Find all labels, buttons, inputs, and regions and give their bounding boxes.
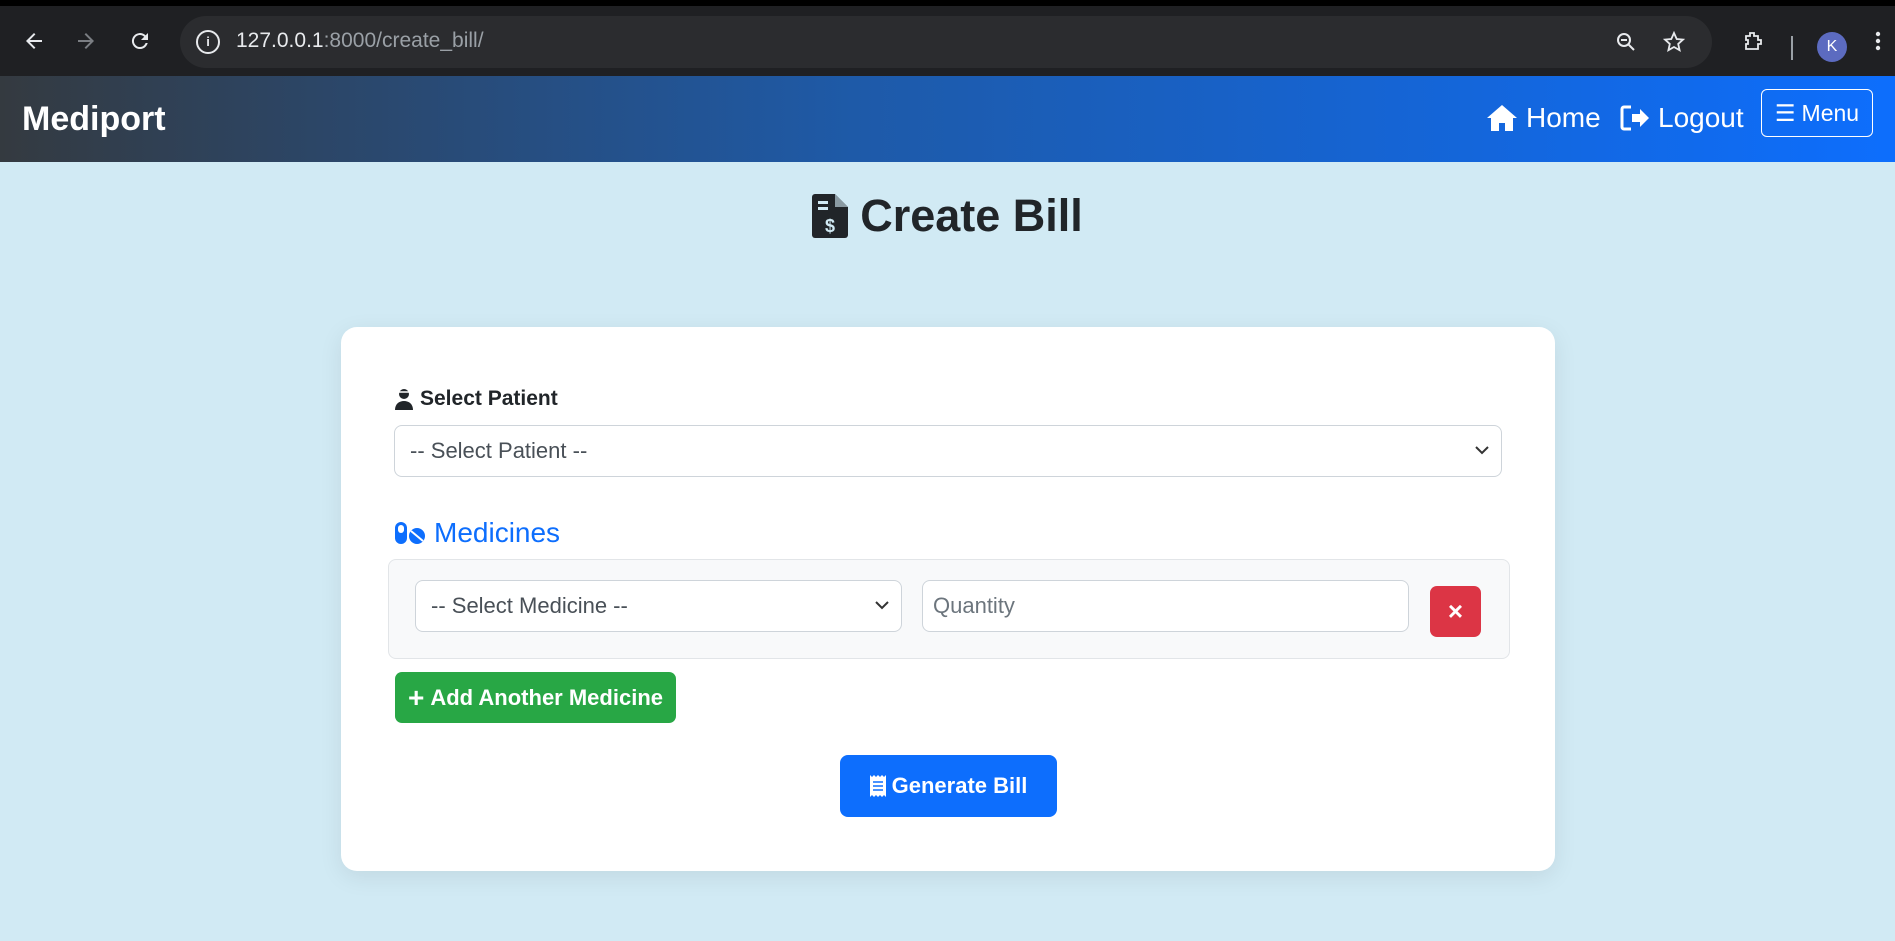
svg-text:$: $ [825, 216, 835, 236]
close-icon: × [1447, 596, 1464, 626]
menu-button[interactable]: ☰ Menu [1761, 89, 1873, 137]
patient-label: Select Patient [394, 387, 558, 411]
browser-toolbar: i 127.0.0.1:8000/create_bill/ K [0, 6, 1895, 76]
bookmark-star-icon[interactable] [1658, 26, 1690, 58]
receipt-icon [869, 775, 886, 797]
user-injured-icon [395, 389, 413, 410]
add-medicine-button[interactable]: + Add Another Medicine [395, 672, 676, 723]
chevron-down-icon [1475, 442, 1489, 460]
medicine-row: -- Select Medicine -- Quantity × [388, 559, 1510, 659]
nav-home-label: Home [1526, 102, 1601, 133]
plus-icon: + [408, 681, 425, 713]
hamburger-icon: ☰ [1774, 99, 1796, 126]
brand-logo-text[interactable]: Mediport [22, 100, 166, 139]
profile-avatar[interactable]: K [1817, 32, 1847, 62]
create-bill-card: Select Patient -- Select Patient -- Medi… [341, 327, 1555, 871]
medicines-heading: Medicines [394, 517, 560, 549]
chevron-down-icon [875, 597, 889, 615]
home-icon [1487, 105, 1517, 131]
nav-logout-label: Logout [1658, 102, 1744, 133]
page-title: $ Create Bill [0, 190, 1895, 242]
extensions-icon[interactable] [1735, 23, 1771, 59]
page-title-text: Create Bill [860, 190, 1083, 241]
more-vert-icon[interactable] [1868, 23, 1888, 59]
back-arrow-icon[interactable] [16, 23, 52, 59]
remove-medicine-button[interactable]: × [1430, 586, 1481, 637]
address-bar[interactable]: i 127.0.0.1:8000/create_bill/ [180, 16, 1712, 68]
pills-icon [395, 522, 425, 544]
site-info-icon[interactable]: i [196, 30, 220, 54]
patient-select[interactable]: -- Select Patient -- [394, 425, 1502, 477]
quantity-input[interactable]: Quantity [922, 580, 1409, 632]
url-text[interactable]: 127.0.0.1:8000/create_bill/ [236, 29, 484, 53]
nav-home-link[interactable]: Home [1486, 102, 1601, 134]
patient-select-value: -- Select Patient -- [410, 438, 588, 463]
generate-bill-button[interactable]: Generate Bill [840, 755, 1057, 817]
forward-arrow-icon[interactable] [68, 23, 104, 59]
file-invoice-dollar-icon: $ [812, 194, 849, 238]
menu-label: Menu [1801, 99, 1860, 126]
zoom-icon[interactable] [1610, 26, 1642, 58]
logout-icon [1620, 105, 1649, 131]
reload-icon[interactable] [122, 23, 158, 59]
medicine-select[interactable]: -- Select Medicine -- [415, 580, 902, 632]
quantity-placeholder: Quantity [933, 593, 1015, 618]
toolbar-divider [1791, 36, 1793, 60]
medicine-select-value: -- Select Medicine -- [431, 593, 628, 618]
nav-logout-link[interactable]: Logout [1620, 102, 1744, 134]
app-navbar: Mediport Home Logout ☰ Menu [0, 76, 1895, 162]
